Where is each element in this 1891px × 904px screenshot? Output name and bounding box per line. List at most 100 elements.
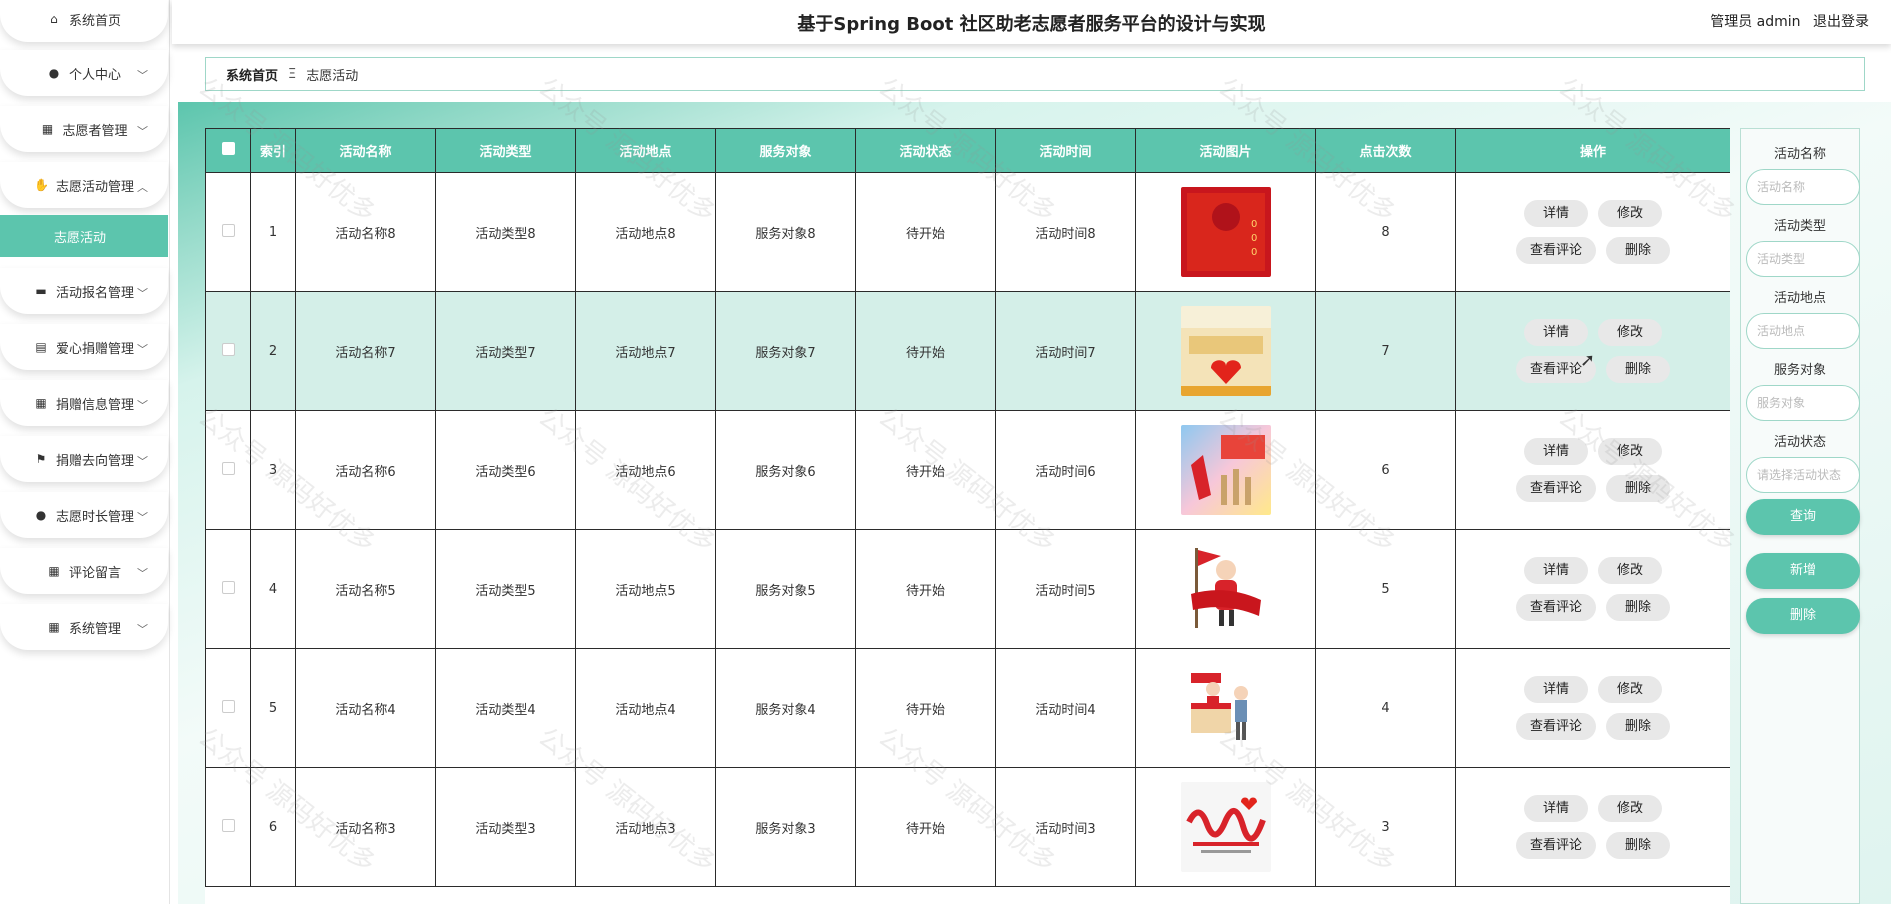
search-type-input[interactable]: 活动类型 — [1746, 241, 1860, 277]
search-status-label: 活动状态 — [1773, 435, 1826, 450]
cell-type: 活动类型8 — [435, 172, 576, 292]
detail-button[interactable]: 详情 — [1524, 557, 1588, 584]
sidebar-item-volunteer-mgmt[interactable]: ▦ 志愿者管理 ﹀ — [0, 106, 168, 152]
column-header: 活动类型 — [435, 128, 576, 173]
row-checkbox[interactable] — [221, 223, 235, 237]
cell-name: 活动名称6 — [295, 410, 436, 530]
table-row[interactable]: 1 活动名称8 活动类型8 活动地点8 服务对象8 待开始 活动时间8 0 00 … — [205, 172, 1730, 292]
row-checkbox[interactable] — [221, 699, 235, 713]
sidebar-item-system-mgmt[interactable]: ▦ 系统管理 ﹀ — [0, 604, 168, 650]
edit-button[interactable]: 修改 — [1598, 438, 1662, 465]
sidebar-item-label: 评论留言 — [68, 565, 121, 581]
table-row[interactable]: 4 活动名称5 活动类型5 活动地点5 服务对象5 待开始 活动时间5 5 详情… — [205, 529, 1730, 649]
activity-image[interactable] — [1180, 663, 1271, 753]
sidebar-item-donation-info-mgmt[interactable]: ▦ 捐赠信息管理 ﹀ — [0, 380, 168, 426]
row-checkbox[interactable] — [221, 580, 235, 594]
breadcrumb-home[interactable]: 系统首页 — [226, 65, 278, 84]
delete-button[interactable]: 删除 — [1606, 713, 1670, 740]
edit-button[interactable]: 修改 — [1598, 200, 1662, 227]
view-comments-button[interactable]: 查看评论 — [1515, 237, 1596, 264]
search-place-label: 活动地点 — [1773, 291, 1826, 306]
detail-button[interactable]: 详情 — [1524, 795, 1588, 822]
table-row[interactable]: 2 活动名称7 活动类型7 活动地点7 服务对象7 待开始 活动时间7 7 详情… — [205, 291, 1730, 411]
cell-status: 待开始 — [855, 291, 996, 411]
chevron-down-icon: ﹀ — [137, 69, 148, 82]
select-all-checkbox[interactable] — [221, 142, 235, 155]
activity-image[interactable] — [1180, 782, 1271, 872]
sidebar-item-signup-mgmt[interactable]: ▬ 活动报名管理 ﹀ — [0, 268, 168, 314]
chevron-down-icon: ﹀ — [137, 511, 148, 524]
sidebar-item-hours-mgmt[interactable]: ● 志愿时长管理 ﹀ — [0, 492, 168, 538]
detail-button[interactable]: 详情 — [1524, 319, 1588, 346]
cell-place: 活动地点8 — [575, 172, 716, 292]
cell-target: 服务对象3 — [715, 767, 856, 887]
cell-time: 活动时间8 — [995, 172, 1136, 292]
chevron-down-icon: ﹀ — [137, 455, 148, 468]
sidebar-item-label: 捐赠信息管理 — [55, 397, 134, 413]
row-checkbox[interactable] — [221, 342, 235, 356]
table-row[interactable]: 6 活动名称3 活动类型3 活动地点3 服务对象3 待开始 活动时间3 3 详情… — [205, 767, 1730, 887]
search-name-label: 活动名称 — [1773, 147, 1826, 162]
view-comments-button[interactable]: 查看评论 — [1515, 475, 1596, 502]
search-name-input[interactable]: 活动名称 — [1746, 169, 1860, 205]
cell-name: 活动名称5 — [295, 529, 436, 649]
view-comments-button[interactable]: 查看评论 — [1515, 594, 1596, 621]
delete-button[interactable]: 删除 — [1606, 356, 1670, 383]
batch-delete-button[interactable]: 删除 — [1746, 598, 1860, 634]
detail-button[interactable]: 详情 — [1524, 438, 1588, 465]
sidebar-item-donation-dest-mgmt[interactable]: ⚑ 捐赠去向管理 ﹀ — [0, 436, 168, 482]
sidebar-item-home[interactable]: ⌂ 系统首页 — [0, 0, 168, 42]
edit-button[interactable]: 修改 — [1598, 319, 1662, 346]
activity-image[interactable]: 0 0 0 — [1180, 187, 1271, 277]
cell-type: 活动类型7 — [435, 291, 576, 411]
activity-table-container: 索引 活动名称 活动类型 活动地点 服务对象 活动状态 活动时间 活动图片 点击… — [205, 128, 1730, 904]
view-comments-button[interactable]: 查看评论 — [1515, 713, 1596, 740]
detail-button[interactable]: 详情 — [1524, 200, 1588, 227]
sidebar-item-comments[interactable]: ▦ 评论留言 ﹀ — [0, 548, 168, 594]
search-target-label: 服务对象 — [1773, 363, 1826, 378]
sidebar-subitem-activity[interactable]: 志愿活动 — [0, 215, 168, 257]
cell-index: 5 — [250, 648, 296, 768]
detail-button[interactable]: 详情 — [1524, 676, 1588, 703]
activity-image[interactable] — [1180, 425, 1271, 515]
edit-button[interactable]: 修改 — [1598, 676, 1662, 703]
grid-icon: ▦ — [35, 396, 47, 410]
cell-time: 活动时间4 — [995, 648, 1136, 768]
cell-place: 活动地点4 — [575, 648, 716, 768]
cell-place: 活动地点7 — [575, 291, 716, 411]
delete-button[interactable]: 删除 — [1606, 237, 1670, 264]
grid-icon: ▦ — [41, 122, 54, 136]
add-button[interactable]: 新增 — [1746, 553, 1860, 589]
logout-link[interactable]: 退出登录 — [1813, 14, 1869, 30]
page-title: 基于Spring Boot 社区助老志愿者服务平台的设计与实现 — [797, 14, 1266, 35]
edit-button[interactable]: 修改 — [1598, 557, 1662, 584]
activity-image[interactable] — [1180, 544, 1271, 634]
view-comments-button[interactable]: 查看评论 — [1515, 832, 1596, 859]
breadcrumb: 系统首页 Ξ 志愿活动 — [205, 57, 1865, 91]
table-row[interactable]: 3 活动名称6 活动类型6 活动地点6 服务对象6 待开始 活动时间6 6 详情… — [205, 410, 1730, 530]
table-header-row: 索引 活动名称 活动类型 活动地点 服务对象 活动状态 活动时间 活动图片 点击… — [205, 128, 1730, 173]
sidebar-item-activity-mgmt[interactable]: ✋ 志愿活动管理 ︿ — [0, 162, 168, 208]
sidebar-item-personal-center[interactable]: ● 个人中心 ﹀ — [0, 50, 168, 96]
delete-button[interactable]: 删除 — [1606, 594, 1670, 621]
cell-place: 活动地点3 — [575, 767, 716, 887]
row-checkbox[interactable] — [221, 461, 235, 475]
breadcrumb-separator: Ξ — [288, 66, 297, 82]
search-target-input[interactable]: 服务对象 — [1746, 385, 1860, 421]
cell-name: 活动名称4 — [295, 648, 436, 768]
cell-status: 待开始 — [855, 648, 996, 768]
column-header: 点击次数 — [1315, 128, 1456, 173]
activity-image[interactable] — [1180, 306, 1271, 396]
cell-target: 服务对象5 — [715, 529, 856, 649]
delete-button[interactable]: 删除 — [1606, 832, 1670, 859]
delete-button[interactable]: 删除 — [1606, 475, 1670, 502]
row-checkbox[interactable] — [221, 818, 235, 832]
query-button[interactable]: 查询 — [1746, 499, 1860, 535]
sidebar-item-donation-mgmt[interactable]: ▤ 爱心捐赠管理 ﹀ — [0, 324, 168, 370]
search-status-select[interactable]: 请选择活动状态 — [1746, 457, 1860, 493]
edit-button[interactable]: 修改 — [1598, 795, 1662, 822]
search-place-input[interactable]: 活动地点 — [1746, 313, 1860, 349]
table-row[interactable]: 5 活动名称4 活动类型4 活动地点4 服务对象4 待开始 活动时间4 4 详情… — [205, 648, 1730, 768]
user-role: 管理员 admin — [1710, 14, 1801, 30]
column-header: 活动地点 — [575, 128, 716, 173]
